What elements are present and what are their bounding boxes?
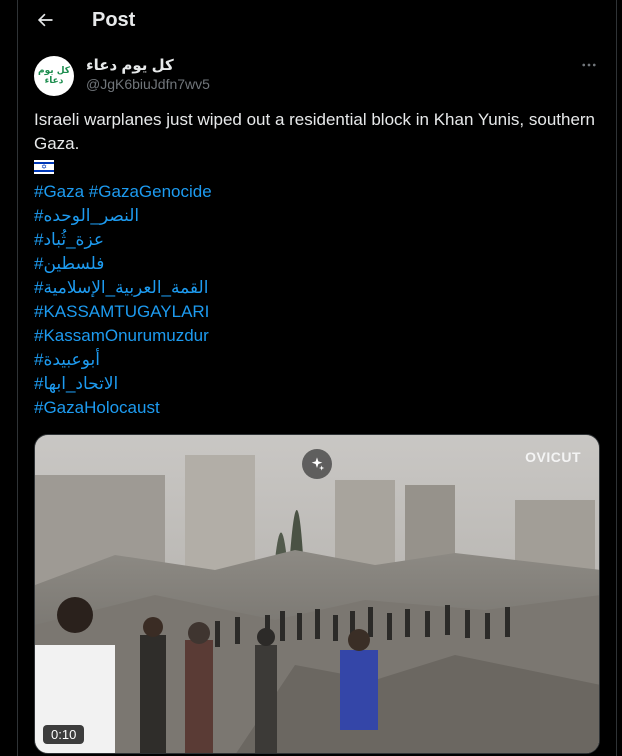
top-bar: Post [18,0,616,40]
israel-flag-icon: ✡ [34,160,54,174]
main-column: Post كل يوم دعاء كل يوم دعاء @JgK6biuJdf… [17,0,617,756]
user-handle[interactable]: @JgK6biuJdfn7wv5 [86,75,210,93]
post-text: Israeli warplanes just wiped out a resid… [34,110,596,153]
hashtag-link[interactable]: #KASSAMTUGAYLARI [34,300,209,324]
avatar[interactable]: كل يوم دعاء [34,56,74,96]
hashtag-link[interactable]: #القمة_العربية_الإسلامية [34,276,208,300]
arrow-left-icon [37,13,53,27]
hashtag-link[interactable]: #أبوعبيدة [34,348,100,372]
hashtag-link[interactable]: #النصر_الوحده [34,204,139,228]
hashtag-link[interactable]: #فلسطين [34,252,104,276]
sparkle-icon [311,457,325,471]
video-timestamp: 0:10 [43,725,85,744]
back-button[interactable] [18,0,72,40]
video-frame [35,435,599,753]
post: كل يوم دعاء كل يوم دعاء @JgK6biuJdfn7wv5… [18,40,616,754]
video-player[interactable]: OVICUT 0:10 [34,434,600,754]
hashtag-link[interactable]: #الاتحاد_ابها [34,372,118,396]
enhance-button[interactable] [302,449,332,479]
avatar-text: كل يوم دعاء [37,66,71,86]
hashtag-link[interactable]: #Gaza #GazaGenocide [34,180,212,204]
post-header: كل يوم دعاء كل يوم دعاء @JgK6biuJdfn7wv5 [34,56,600,100]
hashtag-link[interactable]: #عزة_ثُباد [34,228,104,252]
video-watermark: OVICUT [525,449,581,465]
author-names: كل يوم دعاء @JgK6biuJdfn7wv5 [86,56,210,93]
more-options-button[interactable] [578,54,600,76]
display-name[interactable]: كل يوم دعاء [86,56,210,75]
page-title: Post [92,8,136,31]
hashtag-link[interactable]: #GazaHolocaust [34,396,160,420]
hashtag-link[interactable]: #KassamOnurumuzdur [34,324,209,348]
more-dots-icon [582,63,596,67]
hashtag-list: #Gaza #GazaGenocide #النصر_الوحده #عزة_ث… [34,180,600,420]
